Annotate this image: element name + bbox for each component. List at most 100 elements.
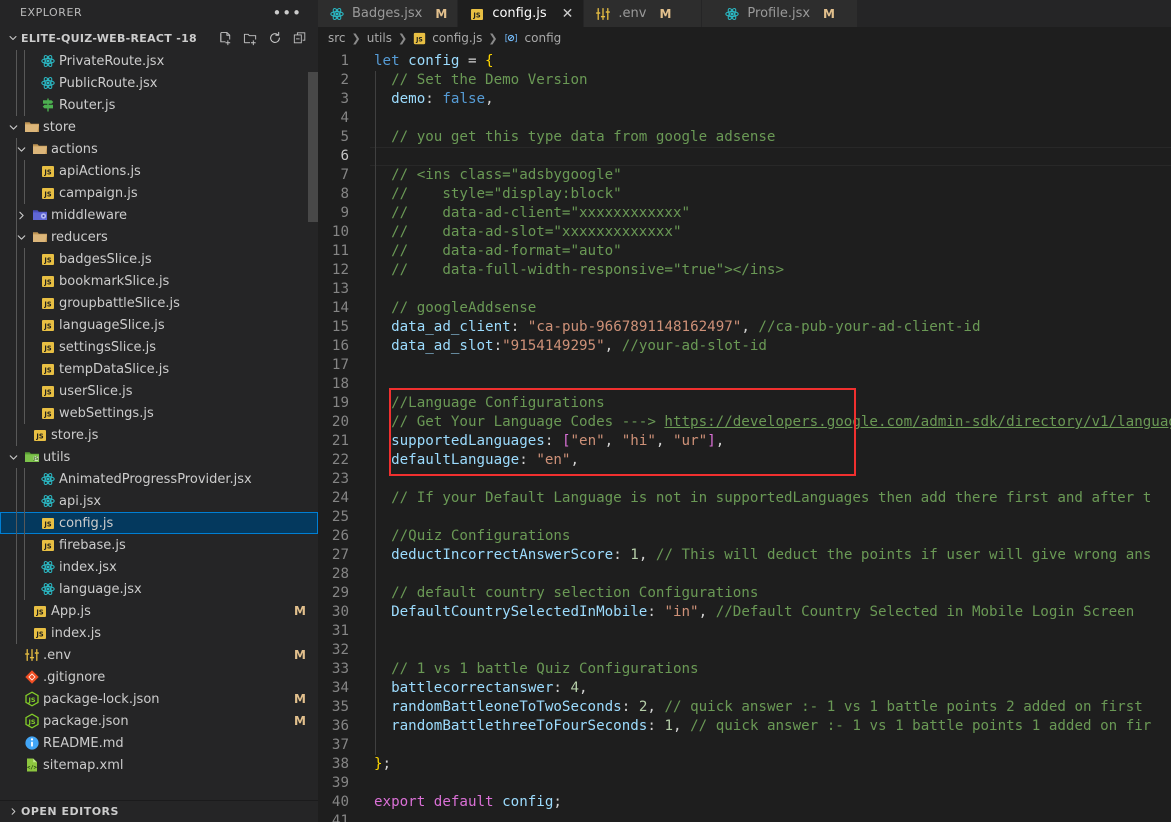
tree-item-index-jsx[interactable]: index.jsx bbox=[0, 556, 318, 578]
open-editors-section-header[interactable]: OPEN EDITORS bbox=[0, 800, 318, 822]
code-line[interactable]: 36 randomBattlethreeToFourSeconds: 1, //… bbox=[318, 717, 1171, 736]
code-line[interactable]: 5 // you get this type data from google … bbox=[318, 128, 1171, 147]
new-folder-icon[interactable] bbox=[240, 28, 260, 48]
tree-item-utils[interactable]: JS utils bbox=[0, 446, 318, 468]
tree-item-badgesslice-js[interactable]: JS badgesSlice.js bbox=[0, 248, 318, 270]
tree-item-language-jsx[interactable]: language.jsx bbox=[0, 578, 318, 600]
code-line[interactable]: 28 bbox=[318, 565, 1171, 584]
tree-item-sitemap-xml[interactable]: </> sitemap.xml bbox=[0, 754, 318, 776]
tree-item-settingsslice-js[interactable]: JS settingsSlice.js bbox=[0, 336, 318, 358]
breadcrumb-item-file-label[interactable]: config.js bbox=[432, 31, 482, 45]
code-line[interactable]: 6 bbox=[318, 147, 1171, 166]
code-line[interactable]: 15 data_ad_client: "ca-pub-9667891148162… bbox=[318, 318, 1171, 337]
tab-badges-jsx[interactable]: Badges.jsx M bbox=[318, 0, 459, 27]
code-line[interactable]: 39 bbox=[318, 774, 1171, 793]
tab-profile-jsx[interactable]: Profile.jsx M bbox=[702, 0, 858, 27]
tree-item-websettings-js[interactable]: JS webSettings.js bbox=[0, 402, 318, 424]
code-line[interactable]: 26 //Quiz Configurations bbox=[318, 527, 1171, 546]
tab-env[interactable]: .env M bbox=[584, 0, 703, 27]
sidebar-scrollbar-thumb[interactable] bbox=[308, 72, 318, 222]
code-line[interactable]: 20 // Get Your Language Codes ---> https… bbox=[318, 413, 1171, 432]
code-line-content: //Language Configurations bbox=[370, 394, 1171, 413]
tree-item-app-js[interactable]: JS App.js M bbox=[0, 600, 318, 622]
code-line[interactable]: 16 data_ad_slot:"9154149295", //your-ad-… bbox=[318, 337, 1171, 356]
tree-item-config-js[interactable]: JS config.js bbox=[0, 512, 318, 534]
code-line[interactable]: 37 bbox=[318, 736, 1171, 755]
code-line[interactable]: 25 bbox=[318, 508, 1171, 527]
file-tree[interactable]: routesPrivateRoute.jsxPublicRoute.jsxRou… bbox=[0, 50, 318, 800]
code-line[interactable]: 3 demo: false, bbox=[318, 90, 1171, 109]
code-line[interactable]: 23 bbox=[318, 470, 1171, 489]
tree-item-apiactions-js[interactable]: JS apiActions.js bbox=[0, 160, 318, 182]
code-token[interactable]: https://developers.google.com/admin-sdk/… bbox=[664, 414, 1171, 430]
tree-item-publicroute-jsx[interactable]: PublicRoute.jsx bbox=[0, 72, 318, 94]
code-line[interactable]: 30 DefaultCountrySelectedInMobile: "in",… bbox=[318, 603, 1171, 622]
tree-item-store[interactable]: store bbox=[0, 116, 318, 138]
tree-item-router-js[interactable]: Router.js bbox=[0, 94, 318, 116]
explorer-more-actions-icon[interactable]: ••• bbox=[272, 6, 306, 21]
tree-item-firebase-js[interactable]: JS firebase.js bbox=[0, 534, 318, 556]
code-line[interactable]: 1 let config = { bbox=[318, 52, 1171, 71]
code-line[interactable]: 4 bbox=[318, 109, 1171, 128]
tree-item-gitignore[interactable]: .gitignore bbox=[0, 666, 318, 688]
tree-item-tempdataslice-js[interactable]: JS tempDataSlice.js bbox=[0, 358, 318, 380]
code-line[interactable]: 2 // Set the Demo Version bbox=[318, 71, 1171, 90]
chevron-down-icon[interactable] bbox=[5, 121, 21, 134]
breadcrumb-item-src-label[interactable]: src bbox=[328, 31, 346, 45]
tree-item-bookmarkslice-js[interactable]: JS bookmarkSlice.js bbox=[0, 270, 318, 292]
code-line[interactable]: 22 defaultLanguage: "en", bbox=[318, 451, 1171, 470]
code-line[interactable]: 31 bbox=[318, 622, 1171, 641]
code-line[interactable]: 17 bbox=[318, 356, 1171, 375]
tree-item-package-json[interactable]: JS package.json M bbox=[0, 710, 318, 732]
tree-item-groupbattleslice-js[interactable]: JS groupbattleSlice.js bbox=[0, 292, 318, 314]
workspace-folder-row[interactable]: ELITE-QUIZ-WEB-REACT -18 bbox=[0, 26, 318, 50]
code-line[interactable]: 40 export default config; bbox=[318, 793, 1171, 812]
svg-text:[: [ bbox=[504, 34, 507, 44]
tree-item-middleware[interactable]: middleware bbox=[0, 204, 318, 226]
code-line[interactable]: 32 bbox=[318, 641, 1171, 660]
tree-item-languageslice-js[interactable]: JS languageSlice.js bbox=[0, 314, 318, 336]
chevron-down-icon[interactable] bbox=[5, 451, 21, 464]
code-line[interactable]: 10 // data-ad-slot="xxxxxxxxxxxxx" bbox=[318, 223, 1171, 242]
code-line[interactable]: 24 // If your Default Language is not in… bbox=[318, 489, 1171, 508]
code-line[interactable]: 7 // <ins class="adsbygoogle" bbox=[318, 166, 1171, 185]
tree-item-animatedprogressprovider-jsx[interactable]: AnimatedProgressProvider.jsx bbox=[0, 468, 318, 490]
code-line-content bbox=[370, 736, 1171, 755]
tree-item-store-js[interactable]: JS store.js bbox=[0, 424, 318, 446]
tree-item-index-js[interactable]: JS index.js bbox=[0, 622, 318, 644]
breadcrumb-item-utils-label[interactable]: utils bbox=[367, 31, 392, 45]
code-line[interactable]: 8 // style="display:block" bbox=[318, 185, 1171, 204]
code-line[interactable]: 18 bbox=[318, 375, 1171, 394]
code-line[interactable]: 38}; bbox=[318, 755, 1171, 774]
tree-item-userslice-js[interactable]: JS userSlice.js bbox=[0, 380, 318, 402]
code-line[interactable]: 33 // 1 vs 1 battle Quiz Configurations bbox=[318, 660, 1171, 679]
code-line[interactable]: 13 bbox=[318, 280, 1171, 299]
tree-item-api-jsx[interactable]: api.jsx bbox=[0, 490, 318, 512]
tree-item-package-lock-json[interactable]: JS package-lock.json M bbox=[0, 688, 318, 710]
tree-item-reducers[interactable]: reducers bbox=[0, 226, 318, 248]
code-line[interactable]: 21 supportedLanguages: ["en", "hi", "ur"… bbox=[318, 432, 1171, 451]
refresh-explorer-icon[interactable] bbox=[265, 28, 285, 48]
tab-config-js[interactable]: JS config.js ✕ bbox=[458, 0, 585, 27]
collapse-folders-icon[interactable] bbox=[290, 28, 310, 48]
code-line[interactable]: 34 battlecorrectanswer: 4, bbox=[318, 679, 1171, 698]
code-line[interactable]: 19 //Language Configurations bbox=[318, 394, 1171, 413]
tree-item-readme-md[interactable]: README.md bbox=[0, 732, 318, 754]
tree-item-campaign-js[interactable]: JS campaign.js bbox=[0, 182, 318, 204]
close-icon[interactable]: ✕ bbox=[562, 7, 574, 21]
code-line[interactable]: 27 deductIncorrectAnswerScore: 1, // Thi… bbox=[318, 546, 1171, 565]
tree-item-actions[interactable]: actions bbox=[0, 138, 318, 160]
tree-item-env[interactable]: .env M bbox=[0, 644, 318, 666]
code-line[interactable]: 41 bbox=[318, 812, 1171, 822]
code-line[interactable]: 11 // data-ad-format="auto" bbox=[318, 242, 1171, 261]
new-file-icon[interactable] bbox=[215, 28, 235, 48]
breadcrumb[interactable]: src ❯ utils ❯ JS config.js ❯ [] config bbox=[318, 27, 1171, 49]
code-line[interactable]: 12 // data-full-width-responsive="true">… bbox=[318, 261, 1171, 280]
code-line[interactable]: 29 // default country selection Configur… bbox=[318, 584, 1171, 603]
code-line[interactable]: 14 // googleAddsense bbox=[318, 299, 1171, 318]
code-editor[interactable]: 1 let config = {2 // Set the Demo Version… bbox=[318, 49, 1171, 822]
tree-item-privateroute-jsx[interactable]: PrivateRoute.jsx bbox=[0, 50, 318, 72]
breadcrumb-item-symbol-label[interactable]: config bbox=[525, 31, 562, 45]
code-line[interactable]: 35 randomBattleoneToTwoSeconds: 2, // qu… bbox=[318, 698, 1171, 717]
code-line[interactable]: 9 // data-ad-client="xxxxxxxxxxxx" bbox=[318, 204, 1171, 223]
